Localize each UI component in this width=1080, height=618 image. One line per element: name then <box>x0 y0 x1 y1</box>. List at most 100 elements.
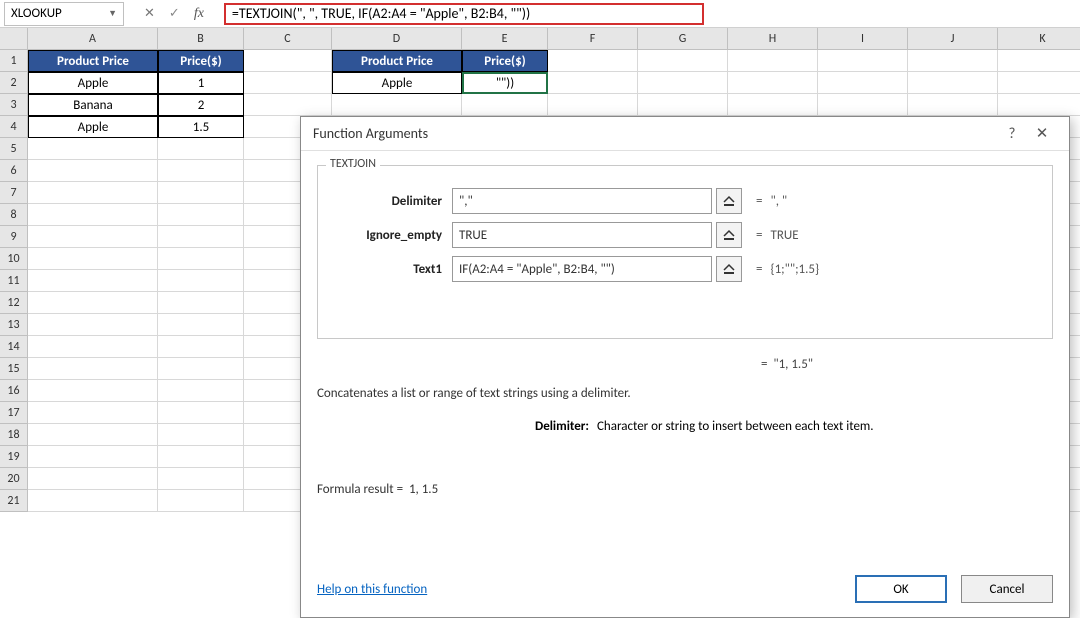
cell[interactable] <box>462 94 548 116</box>
cell[interactable] <box>28 226 158 248</box>
cell[interactable]: Price($) <box>158 50 244 72</box>
cell[interactable] <box>158 248 244 270</box>
row-header[interactable]: 7 <box>0 182 28 204</box>
cell[interactable] <box>908 94 998 116</box>
cell[interactable] <box>158 358 244 380</box>
cell[interactable] <box>158 226 244 248</box>
column-header[interactable]: G <box>638 28 728 50</box>
column-header[interactable]: C <box>244 28 332 50</box>
cell[interactable] <box>998 72 1080 94</box>
cell[interactable] <box>28 314 158 336</box>
cell[interactable] <box>244 72 332 94</box>
cell[interactable] <box>548 72 638 94</box>
cell[interactable] <box>818 94 908 116</box>
row-header[interactable]: 11 <box>0 270 28 292</box>
chevron-down-icon[interactable]: ▼ <box>108 8 117 19</box>
help-link[interactable]: Help on this function <box>317 582 427 597</box>
dialog-titlebar[interactable]: Function Arguments ? ✕ <box>301 117 1069 151</box>
cell[interactable] <box>638 94 728 116</box>
cell[interactable] <box>28 490 158 512</box>
cell[interactable] <box>28 446 158 468</box>
cell[interactable] <box>158 490 244 512</box>
row-header[interactable]: 16 <box>0 380 28 402</box>
close-icon[interactable]: ✕ <box>1027 124 1057 143</box>
row-header[interactable]: 10 <box>0 248 28 270</box>
row-header[interactable]: 15 <box>0 358 28 380</box>
cell[interactable] <box>998 94 1080 116</box>
cell[interactable] <box>158 402 244 424</box>
cell[interactable] <box>728 50 818 72</box>
arg-input-text1[interactable]: IF(A2:A4 = "Apple", B2:B4, "") <box>452 256 712 282</box>
cancel-button[interactable]: Cancel <box>961 575 1053 603</box>
row-header[interactable]: 5 <box>0 138 28 160</box>
row-header[interactable]: 6 <box>0 160 28 182</box>
cell[interactable] <box>28 160 158 182</box>
ok-button[interactable]: OK <box>855 575 947 603</box>
cell[interactable]: 2 <box>158 94 244 116</box>
cell[interactable] <box>158 446 244 468</box>
cell[interactable] <box>28 402 158 424</box>
cell[interactable] <box>158 314 244 336</box>
formula-input[interactable]: =TEXTJOIN(", ", TRUE, IF(A2:A4 = "Apple"… <box>224 3 704 25</box>
row-header[interactable]: 18 <box>0 424 28 446</box>
cell[interactable] <box>332 94 462 116</box>
row-header[interactable]: 9 <box>0 226 28 248</box>
cell[interactable] <box>818 50 908 72</box>
cell[interactable]: 1.5 <box>158 116 244 138</box>
cell[interactable] <box>158 160 244 182</box>
cell[interactable]: Product Price <box>332 50 462 72</box>
cell[interactable] <box>158 292 244 314</box>
cell[interactable]: Product Price <box>28 50 158 72</box>
arg-input-ignore-empty[interactable]: TRUE <box>452 222 712 248</box>
cell[interactable] <box>28 424 158 446</box>
column-header[interactable]: J <box>908 28 998 50</box>
cell[interactable] <box>728 72 818 94</box>
row-header[interactable]: 20 <box>0 468 28 490</box>
range-select-icon[interactable] <box>716 222 742 248</box>
cell[interactable] <box>28 380 158 402</box>
cell[interactable] <box>638 50 728 72</box>
active-cell[interactable]: "")) <box>462 72 548 94</box>
cell[interactable] <box>158 336 244 358</box>
cell[interactable] <box>548 50 638 72</box>
select-all-corner[interactable] <box>0 28 28 50</box>
cell[interactable] <box>638 72 728 94</box>
cell[interactable] <box>28 182 158 204</box>
row-header[interactable]: 1 <box>0 50 28 72</box>
cell[interactable]: Apple <box>28 72 158 94</box>
row-header[interactable]: 12 <box>0 292 28 314</box>
column-header[interactable]: H <box>728 28 818 50</box>
range-select-icon[interactable] <box>716 256 742 282</box>
cell[interactable] <box>548 94 638 116</box>
help-icon[interactable]: ? <box>997 125 1027 143</box>
cell[interactable] <box>908 72 998 94</box>
row-header[interactable]: 4 <box>0 116 28 138</box>
cell[interactable] <box>28 204 158 226</box>
cell[interactable] <box>244 50 332 72</box>
column-header[interactable]: B <box>158 28 244 50</box>
cell[interactable] <box>998 50 1080 72</box>
cell[interactable] <box>818 72 908 94</box>
cell[interactable] <box>908 50 998 72</box>
cell[interactable] <box>158 204 244 226</box>
name-box[interactable]: XLOOKUP ▼ <box>4 2 124 26</box>
cell[interactable]: Banana <box>28 94 158 116</box>
arg-input-delimiter[interactable]: "," <box>452 188 712 214</box>
cell[interactable] <box>28 270 158 292</box>
row-header[interactable]: 14 <box>0 336 28 358</box>
cell[interactable] <box>158 270 244 292</box>
cell[interactable] <box>28 292 158 314</box>
cell[interactable] <box>158 380 244 402</box>
cell[interactable]: Apple <box>332 72 462 94</box>
cell[interactable] <box>244 94 332 116</box>
column-header[interactable]: F <box>548 28 638 50</box>
cell[interactable]: Price($) <box>462 50 548 72</box>
column-header[interactable]: I <box>818 28 908 50</box>
check-icon[interactable]: ✓ <box>169 6 180 21</box>
fx-icon[interactable]: fx <box>194 6 204 22</box>
cancel-icon[interactable]: ✕ <box>144 6 155 21</box>
cell[interactable]: Apple <box>28 116 158 138</box>
row-header[interactable]: 3 <box>0 94 28 116</box>
column-header[interactable]: A <box>28 28 158 50</box>
cell[interactable] <box>158 182 244 204</box>
